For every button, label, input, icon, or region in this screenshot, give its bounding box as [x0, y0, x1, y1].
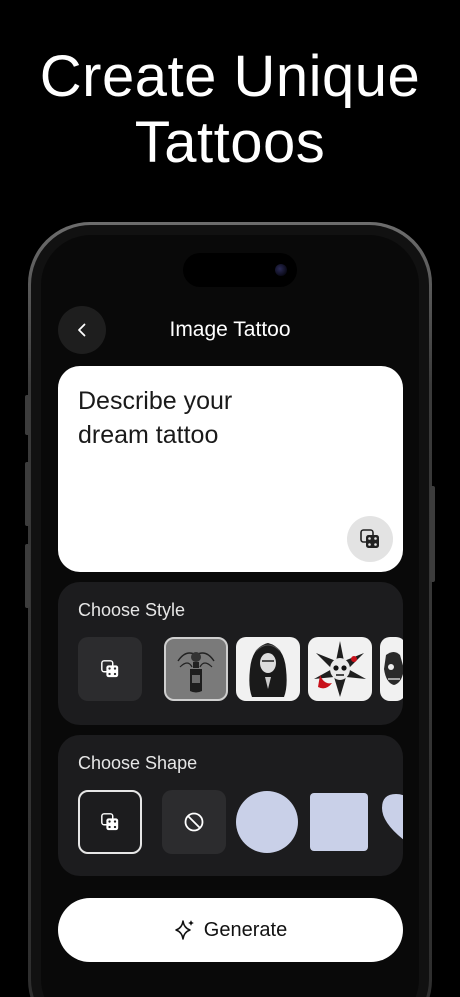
- phone-bezel: Image Tattoo Describe your dream tattoo …: [31, 225, 429, 997]
- shape-random-button[interactable]: [78, 790, 142, 854]
- nav-bar: Image Tattoo: [41, 301, 419, 357]
- phone-volume-up: [25, 462, 30, 526]
- dice-icon: [360, 529, 379, 548]
- style-random-button[interactable]: [78, 637, 142, 701]
- phone-power-button: [430, 486, 435, 582]
- random-prompt-button[interactable]: [347, 516, 393, 562]
- generate-button[interactable]: Generate: [58, 898, 403, 962]
- style-list[interactable]: [78, 637, 403, 703]
- shape-list[interactable]: [78, 790, 403, 856]
- dice-icon: [101, 660, 119, 678]
- style-section: Choose Style: [58, 582, 403, 725]
- shape-circle-option[interactable]: [236, 791, 298, 853]
- prompt-input[interactable]: Describe your dream tattoo: [58, 366, 403, 572]
- shape-section: Choose Shape: [58, 735, 403, 876]
- style-skull-star[interactable]: [308, 637, 372, 701]
- app-screen: Image Tattoo Describe your dream tattoo …: [41, 235, 419, 997]
- camera-icon: [275, 264, 287, 276]
- style-skull-partial[interactable]: [380, 637, 403, 701]
- dice-icon: [101, 813, 119, 831]
- dynamic-island: [183, 253, 297, 287]
- headline-line-1: Create Unique: [39, 44, 421, 109]
- no-shape-icon: [184, 812, 204, 832]
- phone-side-button: [25, 395, 30, 435]
- page-title: Image Tattoo: [169, 318, 291, 341]
- skull-tattoo-image: [384, 652, 403, 685]
- headline-line-2: Tattoos: [134, 110, 326, 175]
- bottle-rose-tattoo-image: [177, 652, 215, 693]
- generate-label: Generate: [203, 918, 288, 941]
- shape-none-button[interactable]: [162, 790, 226, 854]
- sparkle-icon: [175, 920, 194, 940]
- phone-frame: Image Tattoo Describe your dream tattoo …: [28, 222, 432, 997]
- style-praying-nun[interactable]: [236, 637, 300, 701]
- heart-shape-icon: [382, 794, 403, 840]
- praying-nun-tattoo-image: [249, 643, 287, 697]
- phone-volume-down: [25, 544, 30, 608]
- shape-square-option[interactable]: [310, 793, 368, 851]
- style-bottle-rose[interactable]: [164, 637, 228, 701]
- headline: Create Unique Tattoos: [0, 44, 460, 176]
- skull-star-tattoo-image: [314, 641, 366, 697]
- prompt-placeholder: Describe your dream tattoo: [78, 387, 233, 449]
- style-section-title: Choose Style: [78, 600, 186, 620]
- shape-section-title: Choose Shape: [78, 753, 198, 773]
- shape-heart-option[interactable]: [380, 790, 403, 852]
